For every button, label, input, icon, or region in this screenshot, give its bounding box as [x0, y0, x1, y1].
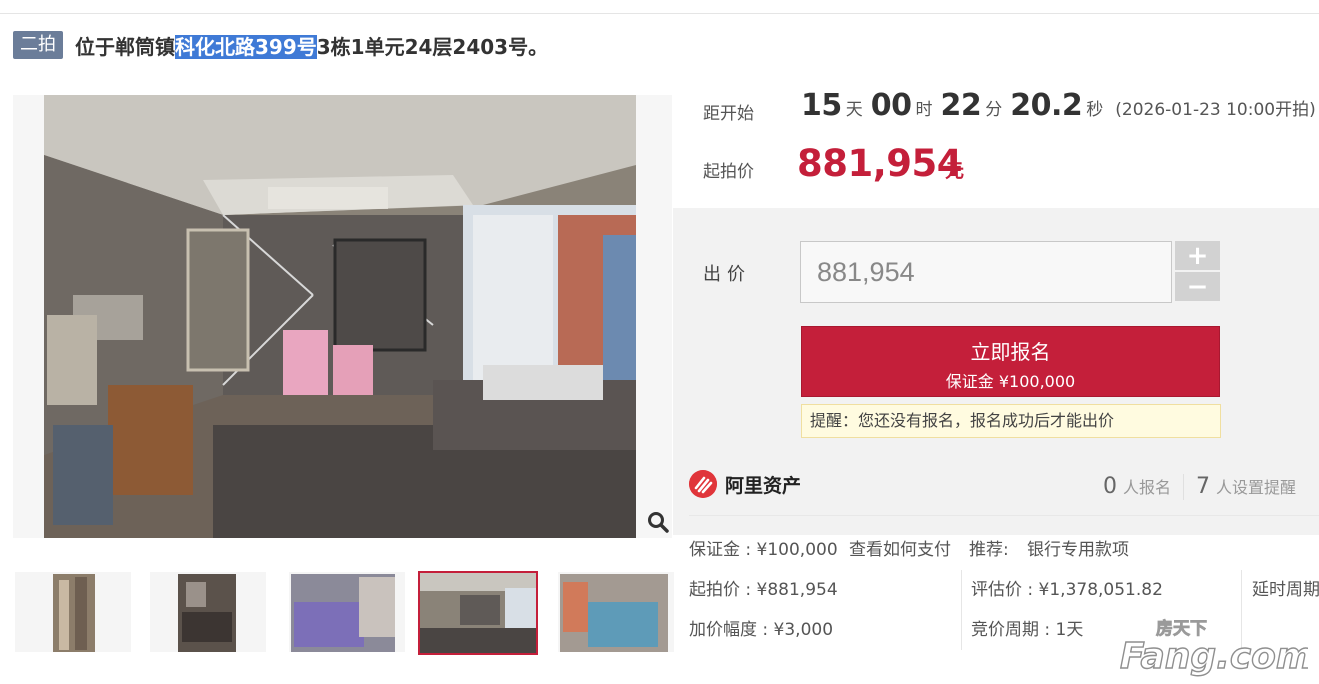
- bid-amount-input[interactable]: 881,954: [800, 241, 1172, 303]
- title-suffix: 3栋1单元24层2403号。: [316, 34, 549, 59]
- thumbnail-5[interactable]: [558, 572, 674, 652]
- countdown-label: 距开始: [703, 104, 754, 124]
- reminder-count: 7: [1196, 474, 1211, 499]
- recommend-label: 推荐:: [969, 540, 1009, 560]
- countdown-days-unit: 天: [845, 100, 863, 120]
- register-button-label: 立即报名: [970, 340, 1051, 364]
- top-divider: [0, 13, 1319, 14]
- title-selected-text[interactable]: 科化北路399号: [175, 34, 317, 59]
- thumbnail-1[interactable]: [15, 572, 131, 652]
- countdown-minutes-unit: 分: [985, 100, 1003, 120]
- delay-period-info: 延时周期: [1252, 580, 1319, 600]
- participation-counts: 0 人报名 7 人设置提醒: [1103, 474, 1296, 500]
- reminder-count-label: 人设置提醒: [1216, 478, 1297, 497]
- start-price-value: 881,954: [797, 142, 963, 185]
- how-to-pay-link[interactable]: 查看如何支付: [849, 535, 951, 560]
- thumbnail-image: [558, 572, 674, 652]
- deposit-label: 保证金 ¥100,000: [945, 372, 1076, 391]
- register-now-button[interactable]: 立即报名 保证金 ¥100,000: [801, 326, 1220, 397]
- living-room-photo: [13, 95, 672, 538]
- watermark-en: Fang.com: [1120, 636, 1308, 677]
- thumbnail-image: [420, 573, 536, 653]
- thumbnail-2[interactable]: [150, 572, 266, 652]
- count-separator: [1183, 474, 1185, 500]
- thumbnail-image: [15, 572, 131, 652]
- evaluation-price-info: 评估价 : ¥1,378,051.82: [971, 580, 1163, 600]
- column-separator: [961, 570, 962, 650]
- bank-account-link[interactable]: 银行专用款项: [1027, 535, 1129, 560]
- auction-round-badge: 二拍: [13, 31, 63, 59]
- start-price-label: 起拍价: [703, 162, 754, 182]
- signup-count-label: 人报名: [1123, 478, 1172, 497]
- signup-count: 0: [1103, 474, 1117, 499]
- platform-name: 阿里资产: [725, 474, 802, 497]
- countdown-minutes: 22: [940, 88, 982, 123]
- auction-start-time: (2026-01-23 10:00开拍): [1115, 100, 1316, 120]
- thumbnail-3[interactable]: [289, 572, 405, 652]
- countdown-timer: 15 天 00 时 22 分 20.2 秒 (2026-01-23 10:00开…: [801, 88, 1316, 123]
- start-price-unit: 元: [945, 160, 965, 182]
- zoom-button[interactable]: [644, 508, 672, 536]
- thumbnail-image: [150, 572, 266, 652]
- deposit-info: 保证金 : ¥100,000: [689, 540, 838, 560]
- countdown-hours-unit: 时: [915, 100, 933, 120]
- main-photo[interactable]: [13, 95, 672, 538]
- thumbnail-4-selected[interactable]: [418, 571, 538, 655]
- platform-brand: 阿里资产: [689, 470, 801, 498]
- increment-info: 加价幅度 : ¥3,000: [689, 620, 834, 640]
- countdown-days: 15: [801, 88, 842, 123]
- bidding-cycle-info: 竞价周期 : 1天: [971, 620, 1084, 640]
- title-row: 二拍 位于郸筒镇科化北路399号3栋1单元24层2403号。: [13, 30, 548, 60]
- bid-label: 出价: [703, 264, 751, 285]
- title-prefix: 位于郸筒镇: [75, 34, 175, 59]
- ali-assets-logo-icon: [689, 470, 717, 498]
- countdown-seconds-unit: 秒: [1086, 100, 1104, 120]
- info-divider: [689, 515, 1319, 516]
- countdown-hours: 00: [870, 88, 912, 123]
- countdown-seconds: 20.2: [1010, 88, 1083, 123]
- thumbnail-strip: [13, 571, 674, 655]
- magnifier-icon: [648, 512, 669, 533]
- start-price-info: 起拍价 : ¥881,954: [689, 580, 838, 600]
- increase-bid-button[interactable]: +: [1175, 241, 1220, 270]
- page-title: 位于郸筒镇科化北路399号3栋1单元24层2403号。: [75, 31, 548, 60]
- decrease-bid-button[interactable]: −: [1175, 272, 1220, 301]
- registration-reminder: 提醒：您还没有报名，报名成功后才能出价: [801, 404, 1221, 438]
- thumbnail-image: [289, 572, 405, 652]
- fang-watermark-logo: 房天下 Fang.com: [1118, 612, 1314, 678]
